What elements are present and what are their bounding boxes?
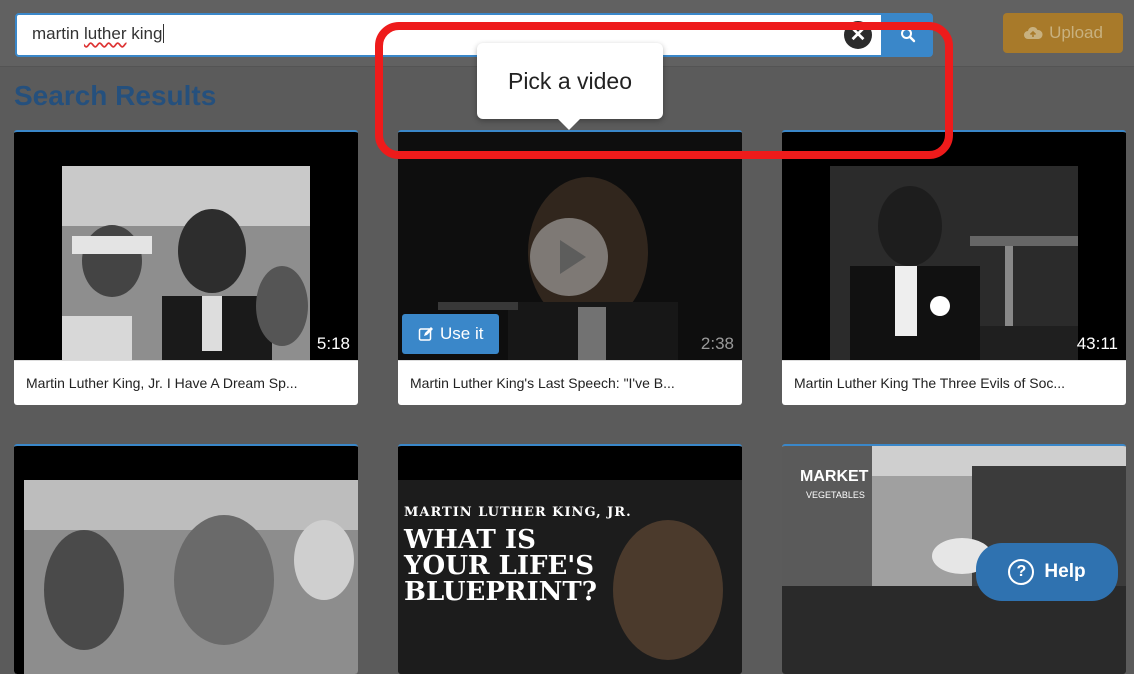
- cloud-upload-icon: [1024, 26, 1043, 39]
- video-thumbnail[interactable]: 5:18: [14, 132, 358, 360]
- tooltip: Pick a video: [477, 43, 663, 119]
- video-duration: 5:18: [316, 334, 350, 353]
- search-icon: [901, 28, 916, 43]
- video-title[interactable]: Martin Luther King The Three Evils of So…: [782, 360, 1126, 405]
- video-title[interactable]: Martin Luther King, Jr. I Have A Dream S…: [14, 360, 358, 405]
- clear-search-button[interactable]: ✕: [844, 21, 872, 49]
- video-card[interactable]: Use it 2:38 Martin Luther King's Last Sp…: [398, 130, 742, 405]
- video-thumbnail-image: [830, 166, 1078, 360]
- market-sign-subtext: VEGETABLES: [806, 490, 865, 500]
- upload-button[interactable]: Upload: [1003, 13, 1123, 53]
- close-icon: ✕: [849, 24, 867, 46]
- play-icon[interactable]: [530, 218, 608, 296]
- video-title[interactable]: Martin Luther King's Last Speech: "I've …: [398, 360, 742, 405]
- video-card[interactable]: 5:18 Martin Luther King, Jr. I Have A Dr…: [14, 130, 358, 405]
- use-it-label: Use it: [440, 324, 484, 343]
- video-thumbnail[interactable]: 43:11: [782, 132, 1126, 360]
- video-thumbnail-image: [62, 166, 310, 360]
- help-icon: ?: [1008, 559, 1035, 585]
- market-sign-text: MARKET: [800, 468, 869, 485]
- edit-icon: [418, 327, 433, 341]
- video-thumbnail-image: [24, 480, 358, 674]
- tooltip-arrow: [557, 118, 581, 130]
- page-title: Search Results: [14, 80, 217, 111]
- video-card[interactable]: MARTIN LUTHER KING, JR. WHAT IS YOUR LIF…: [398, 444, 742, 674]
- upload-label: Upload: [1049, 23, 1103, 42]
- use-it-button[interactable]: Use it: [402, 314, 500, 354]
- video-duration: 2:38: [700, 334, 734, 353]
- video-thumbnail[interactable]: [14, 446, 358, 674]
- video-thumbnail[interactable]: MARTIN LUTHER KING, JR. WHAT IS YOUR LIF…: [398, 446, 742, 674]
- help-button[interactable]: ? Help: [976, 543, 1118, 601]
- search-button[interactable]: [883, 13, 933, 57]
- video-card[interactable]: 43:11 Martin Luther King The Three Evils…: [782, 130, 1126, 405]
- video-card[interactable]: [14, 444, 358, 674]
- video-duration: 43:11: [1076, 334, 1118, 353]
- thumbnail-caption-text: MARTIN LUTHER KING, JR. WHAT IS YOUR LIF…: [404, 505, 632, 607]
- search-input[interactable]: [15, 13, 883, 57]
- help-label: Help: [1044, 561, 1086, 582]
- video-thumbnail[interactable]: Use it 2:38: [398, 132, 742, 360]
